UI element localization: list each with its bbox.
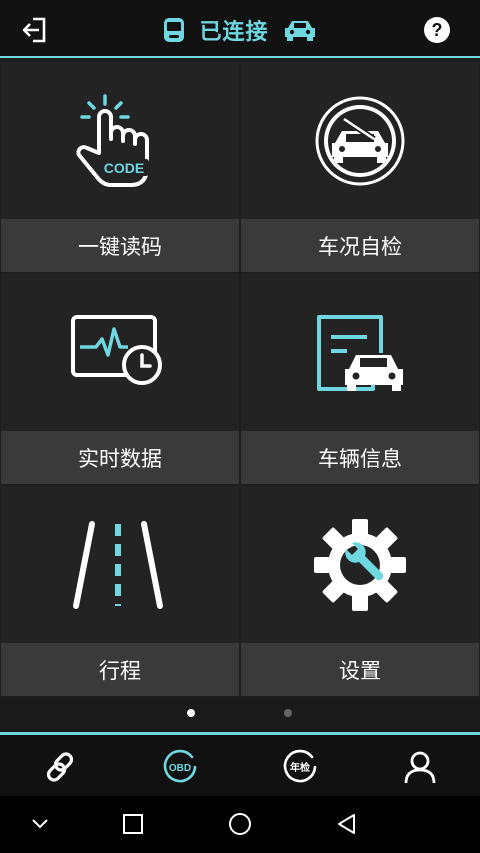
tile-label: 实时数据 <box>1 431 239 484</box>
tile-settings[interactable]: 设置 <box>241 486 479 696</box>
obd-icon-text: OBD <box>169 763 191 774</box>
car-check-icon <box>315 96 405 186</box>
svg-text:?: ? <box>432 20 443 40</box>
system-collapse-button[interactable] <box>22 808 58 840</box>
page-dot[interactable] <box>284 709 292 717</box>
tile-label: 一键读码 <box>1 219 239 272</box>
tile-vehicle-info[interactable]: 车辆信息 <box>241 274 479 484</box>
monitor-clock-icon <box>71 315 162 385</box>
link-icon <box>46 752 74 782</box>
document-car-icon <box>317 315 403 391</box>
connection-status: 已连接 <box>0 12 480 48</box>
tile-trip[interactable]: 行程 <box>1 486 239 696</box>
home-circle-icon <box>229 813 251 835</box>
top-app-bar: 已连接 ? <box>0 0 480 58</box>
tab-link[interactable] <box>37 747 83 787</box>
tile-label: 设置 <box>241 643 479 696</box>
system-home-button[interactable] <box>222 808 258 840</box>
tile-label: 行程 <box>1 643 239 696</box>
gear-wrench-icon <box>314 519 406 611</box>
back-triangle-icon <box>338 814 355 834</box>
tile-live-data[interactable]: 实时数据 <box>1 274 239 484</box>
annual-inspection-icon: 年检 <box>283 749 317 783</box>
obd-icon: OBD <box>163 749 197 783</box>
tile-label: 车辆信息 <box>241 431 479 484</box>
tab-profile[interactable] <box>397 747 443 787</box>
tile-label: 车况自检 <box>241 219 479 272</box>
tile-car-check[interactable]: 车况自检 <box>241 62 479 272</box>
tile-read-code[interactable]: CODE 一键读码 <box>1 62 239 272</box>
bottom-tab-bar: OBD 年检 <box>0 732 480 796</box>
page-title: 已连接 <box>199 20 269 45</box>
chevron-down-icon <box>32 819 48 829</box>
feature-grid: CODE 一键读码 车况自检 实时数据 车辆信息 行程 设置 <box>0 60 480 696</box>
code-icon-text: CODE <box>104 160 144 176</box>
system-navigation-bar <box>0 796 480 853</box>
help-circle-icon: ? <box>424 17 450 43</box>
system-back-button[interactable] <box>329 808 365 840</box>
car-icon <box>284 21 315 41</box>
tab-obd[interactable]: OBD <box>157 747 203 787</box>
annual-inspection-icon-text: 年检 <box>290 761 310 774</box>
recents-square-icon <box>123 814 143 834</box>
help-button[interactable]: ? <box>417 10 457 50</box>
page-dot-active[interactable] <box>187 709 195 717</box>
phone-icon <box>164 18 185 42</box>
tap-code-icon: CODE <box>76 94 149 187</box>
system-recents-button[interactable] <box>115 808 151 840</box>
tab-annual-inspection[interactable]: 年检 <box>277 747 323 787</box>
road-icon <box>73 521 163 609</box>
user-icon <box>404 751 436 784</box>
page-indicator <box>0 698 480 732</box>
